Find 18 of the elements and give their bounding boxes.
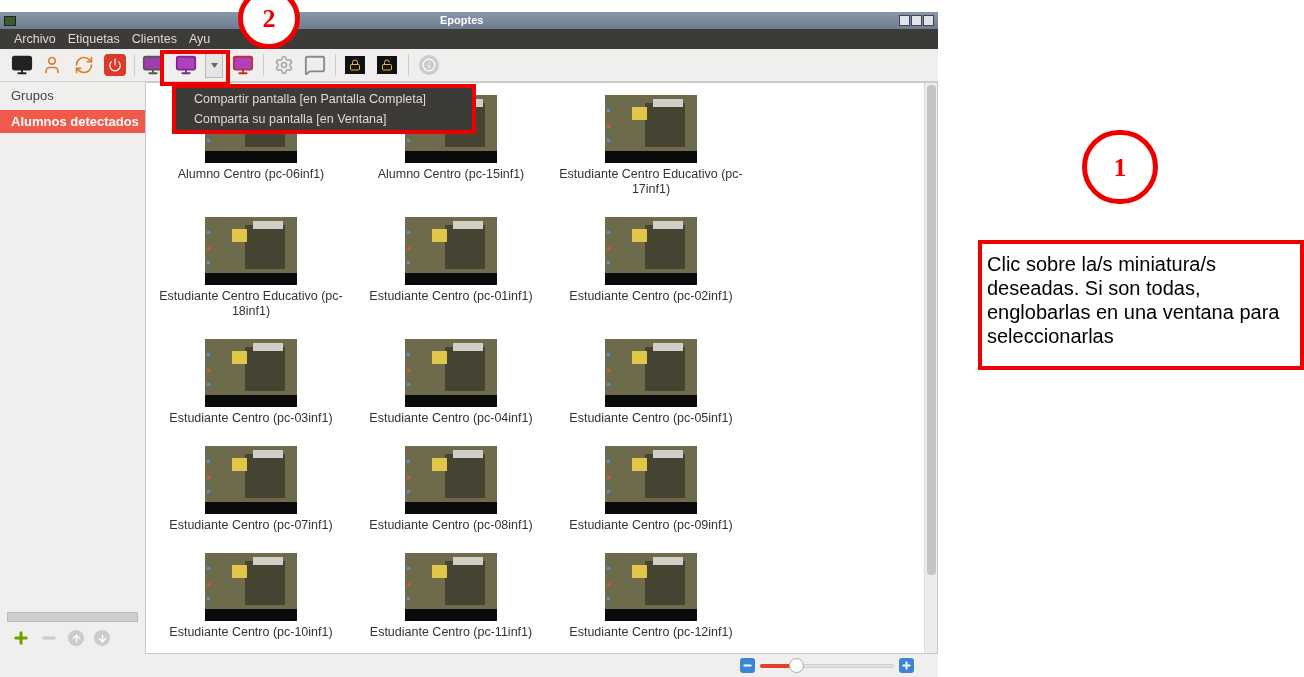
instruction-note: Clic sobre la/s miniatura/s deseadas. Si son todas, englobarlas en una ventana para seleccionarlas <box>978 240 1304 370</box>
client-label: Estudiante Centro (pc-04inf1) <box>368 411 534 426</box>
client-label: Estudiante Centro (pc-12inf1) <box>568 625 734 640</box>
client-label: Estudiante Centro (pc-02inf1) <box>568 289 734 304</box>
client-label: Alumno Centro (pc-06inf1) <box>176 167 326 182</box>
client-label: Estudiante Centro (pc-11inf1) <box>368 625 534 640</box>
client-label: Estudiante Centro (pc-09inf1) <box>568 518 734 533</box>
sidebar-heading: Grupos <box>10 87 55 105</box>
client-label: Estudiante Centro (pc-01inf1) <box>368 289 534 304</box>
client-label: Alumno Centro (pc-15inf1) <box>376 167 526 182</box>
client-label: Estudiante Centro Educativo (pc-17inf1) <box>558 167 744 197</box>
client-label: Estudiante Centro (pc-08inf1) <box>368 518 534 533</box>
client-label: Estudiante Centro (pc-10inf1) <box>168 625 334 640</box>
client-label: Estudiante Centro Educativo (pc-18inf1) <box>158 289 344 319</box>
client-label: Estudiante Centro (pc-05inf1) <box>568 411 734 426</box>
client-label: Estudiante Centro (pc-03inf1) <box>168 411 334 426</box>
client-label: Estudiante Centro (pc-07inf1) <box>168 518 334 533</box>
window-title: Epoptes <box>440 13 484 29</box>
